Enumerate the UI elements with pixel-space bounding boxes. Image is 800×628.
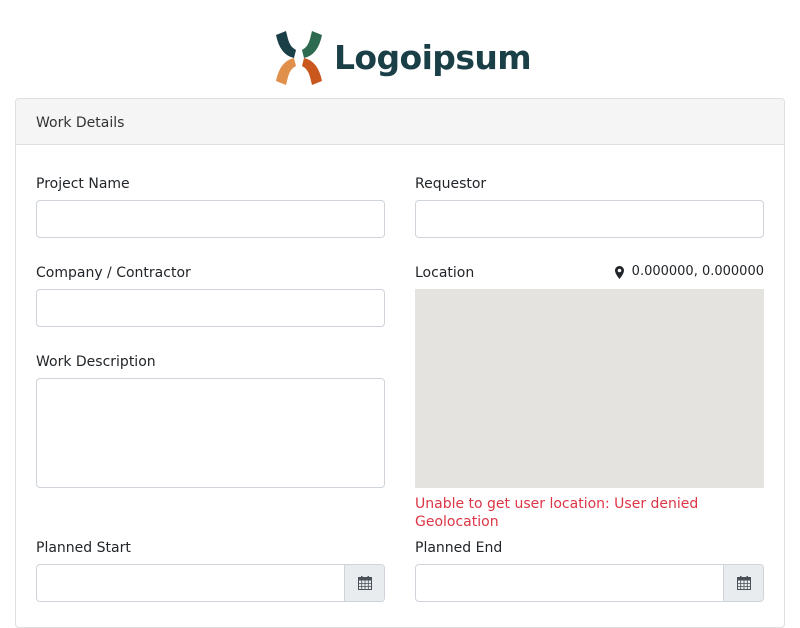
- project-name-input[interactable]: [36, 200, 385, 238]
- planned-start-calendar-button[interactable]: [344, 565, 384, 601]
- card-title: Work Details: [36, 115, 125, 131]
- card-header: Work Details: [16, 99, 784, 145]
- planned-start-input[interactable]: [37, 565, 344, 601]
- location-map[interactable]: [415, 289, 764, 488]
- company-label: Company / Contractor: [36, 265, 191, 281]
- company-input[interactable]: [36, 289, 385, 327]
- project-name-label: Project Name: [36, 176, 130, 192]
- location-label: Location: [415, 265, 475, 281]
- planned-start-field: [36, 564, 385, 602]
- planned-end-field: [415, 564, 764, 602]
- calendar-icon: [736, 576, 751, 590]
- planned-end-input[interactable]: [416, 565, 723, 601]
- brand-name: Logoipsum: [334, 38, 532, 77]
- map-marker-icon: [614, 265, 624, 279]
- work-description-textarea[interactable]: [36, 378, 385, 488]
- location-error-message: Unable to get user location: User denied…: [415, 496, 699, 530]
- location-coordinates: 0.000000, 0.000000: [614, 263, 764, 281]
- logo-mark-icon: [276, 31, 322, 85]
- calendar-icon: [357, 576, 372, 590]
- planned-end-calendar-button[interactable]: [723, 565, 763, 601]
- planned-start-label: Planned Start: [36, 540, 131, 556]
- work-description-label: Work Description: [36, 354, 156, 370]
- coordinates-text: 0.000000, 0.000000: [631, 264, 764, 279]
- header-logo-bar: Logoipsum: [0, 0, 800, 98]
- requestor-input[interactable]: [415, 200, 764, 238]
- planned-end-label: Planned End: [415, 540, 503, 556]
- requestor-label: Requestor: [415, 176, 487, 192]
- work-details-card: Work Details Project Name Requestor Comp…: [15, 98, 785, 628]
